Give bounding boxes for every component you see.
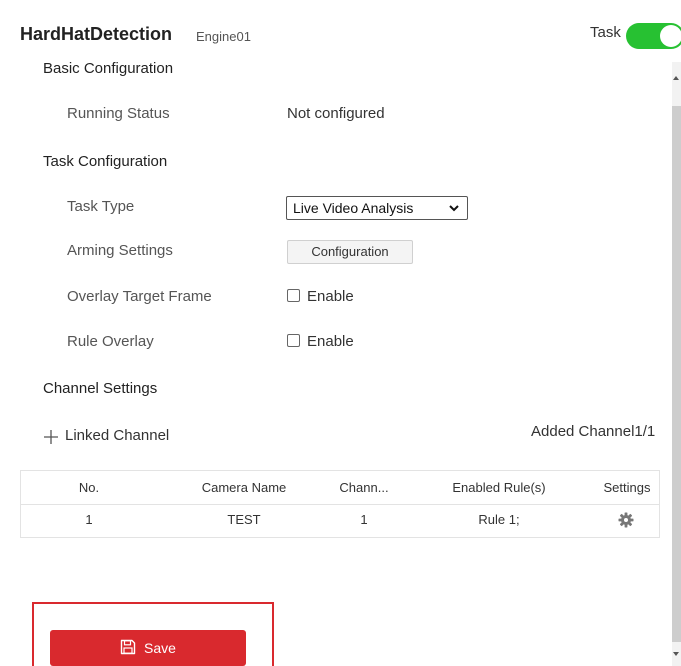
task-toggle-label: Task bbox=[590, 24, 621, 41]
overlay-target-checkbox[interactable] bbox=[287, 289, 300, 302]
column-header-no: No. bbox=[78, 480, 100, 495]
column-header-settings: Settings bbox=[603, 480, 651, 495]
save-button-label: Save bbox=[144, 640, 176, 656]
task-config-heading: Task Configuration bbox=[43, 153, 168, 170]
running-status-value: Not configured bbox=[287, 105, 385, 122]
rule-overlay-label: Rule Overlay bbox=[67, 333, 154, 350]
cell-channel: 1 bbox=[360, 512, 368, 527]
overlay-target-label: Overlay Target Frame bbox=[67, 288, 212, 305]
scroll-thumb[interactable] bbox=[672, 106, 681, 642]
task-type-selected: Live Video Analysis bbox=[293, 200, 414, 216]
running-status-label: Running Status bbox=[67, 105, 170, 122]
scroll-down-arrow[interactable] bbox=[673, 652, 679, 656]
channel-table: No. Camera Name Chann... Enabled Rule(s)… bbox=[20, 470, 660, 538]
gear-icon[interactable] bbox=[618, 512, 634, 528]
added-channel-count: Added Channel1/1 bbox=[531, 423, 656, 440]
rule-overlay-enable[interactable]: Enable bbox=[287, 333, 354, 350]
rule-overlay-option: Enable bbox=[307, 333, 354, 350]
vertical-scrollbar[interactable] bbox=[672, 62, 681, 666]
arming-configuration-button[interactable]: Configuration bbox=[287, 240, 413, 264]
column-header-channel: Chann... bbox=[339, 480, 389, 495]
engine-name: Engine01 bbox=[196, 29, 251, 44]
floppy-disk-icon bbox=[120, 639, 136, 655]
channel-settings-heading: Channel Settings bbox=[43, 380, 158, 397]
scroll-up-arrow[interactable] bbox=[673, 76, 679, 80]
toggle-knob bbox=[660, 25, 681, 47]
basic-config-heading: Basic Configuration bbox=[43, 60, 174, 77]
cell-camera-name: TEST bbox=[227, 512, 261, 527]
arming-settings-label: Arming Settings bbox=[67, 242, 173, 259]
save-button[interactable]: Save bbox=[50, 630, 246, 666]
column-header-camera-name: Camera Name bbox=[201, 480, 287, 495]
overlay-target-enable[interactable]: Enable bbox=[287, 288, 354, 305]
rule-overlay-checkbox[interactable] bbox=[287, 334, 300, 347]
task-type-label: Task Type bbox=[67, 198, 135, 215]
task-toggle[interactable] bbox=[626, 23, 681, 49]
page-header: HardHatDetection Engine01 Task bbox=[0, 0, 681, 62]
page-title: HardHatDetection bbox=[20, 24, 173, 44]
config-panel: Basic Configuration Running Status Not c… bbox=[0, 58, 672, 666]
overlay-target-option: Enable bbox=[307, 288, 354, 305]
chevron-down-icon bbox=[449, 205, 459, 212]
cell-enabled-rules: Rule 1; bbox=[478, 512, 520, 527]
task-type-select[interactable]: Live Video Analysis bbox=[286, 196, 468, 220]
linked-channel-label: Linked Channel bbox=[65, 427, 170, 444]
plus-icon bbox=[44, 430, 58, 444]
table-divider bbox=[21, 504, 659, 505]
column-header-enabled-rules: Enabled Rule(s) bbox=[452, 480, 546, 495]
cell-no: 1 bbox=[85, 512, 93, 527]
